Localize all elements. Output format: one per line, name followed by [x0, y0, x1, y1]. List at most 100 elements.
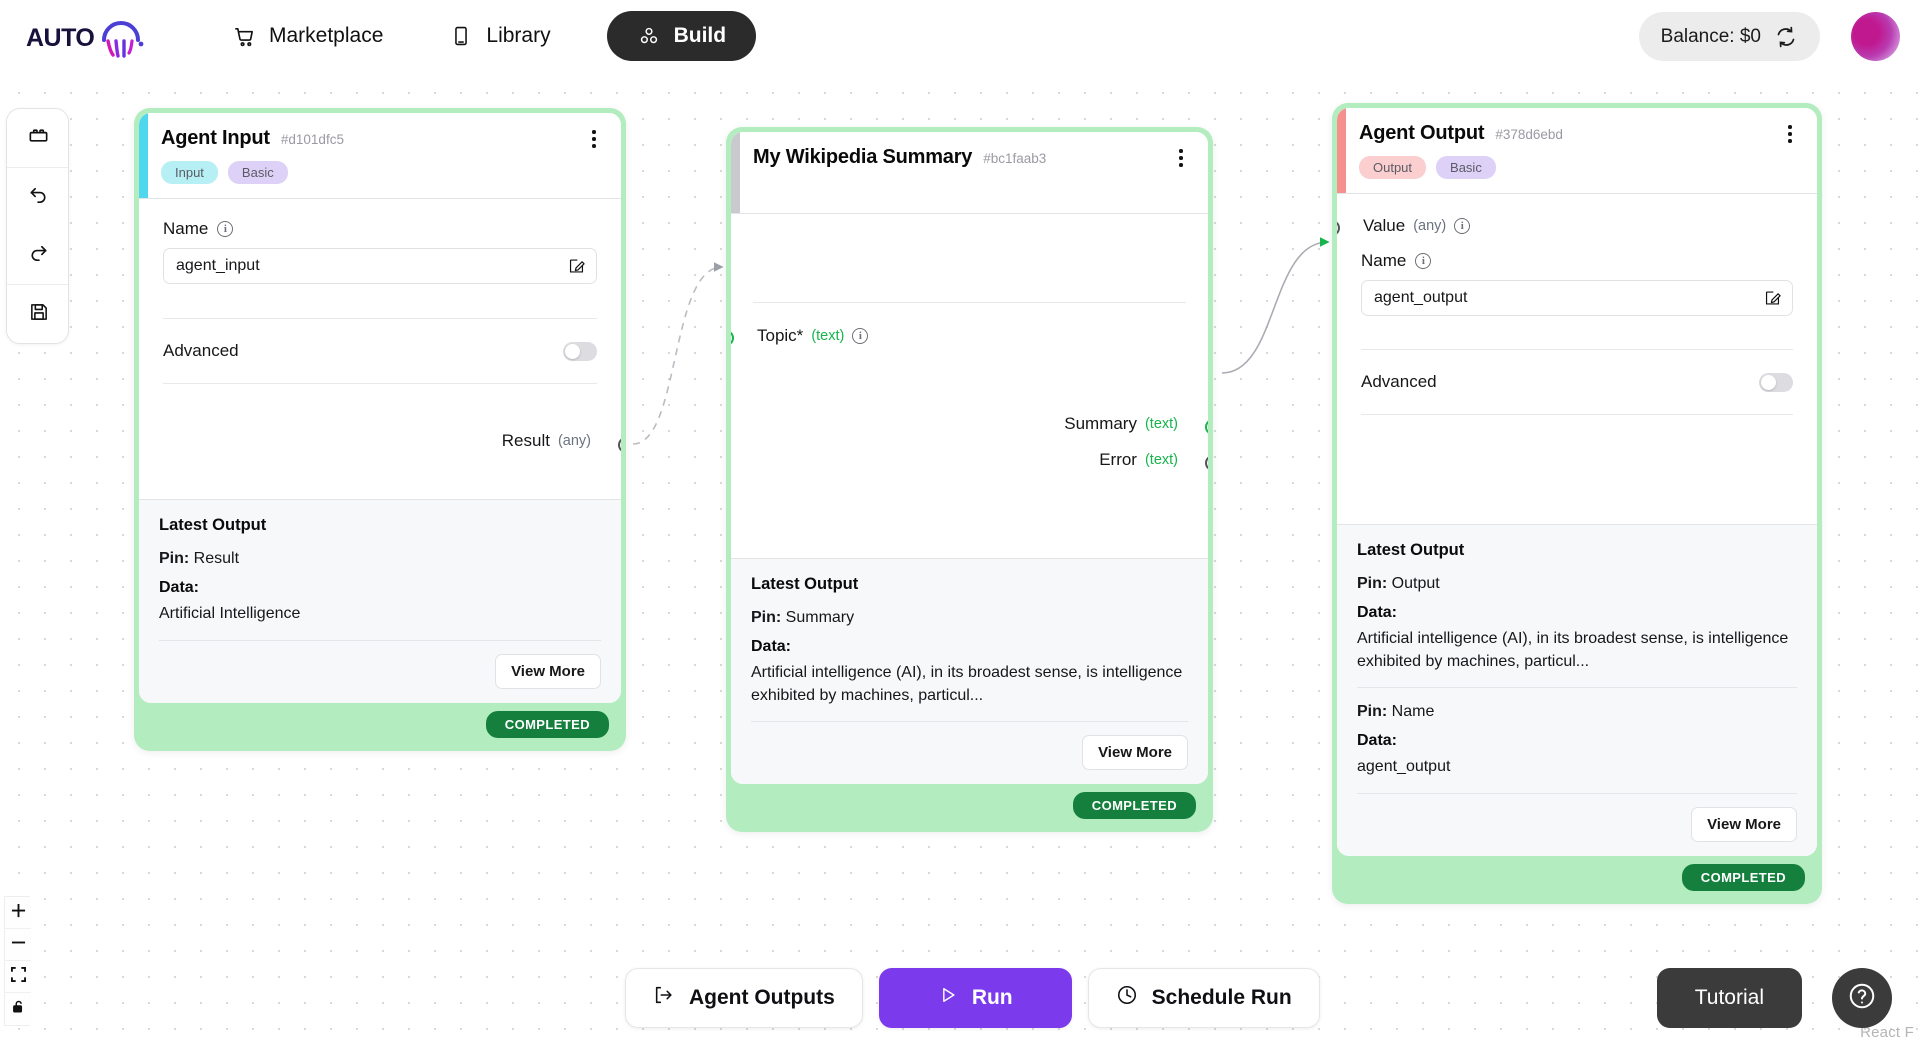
user-avatar[interactable] [1851, 12, 1900, 61]
top-navbar: AUTO Marketplace Library Build Balance: … [0, 0, 1920, 72]
advanced-toggle[interactable] [1759, 372, 1793, 392]
info-icon[interactable]: i [1454, 218, 1471, 234]
dock-redo-button[interactable] [7, 226, 68, 284]
data-label-2: Data: [1357, 732, 1398, 750]
node-title-row: Agent Output #378d6ebd [1359, 122, 1799, 145]
badge-basic: Basic [1436, 156, 1496, 179]
name-input[interactable]: agent_input [163, 248, 597, 284]
advanced-toggle[interactable] [563, 341, 597, 361]
data-value: Artificial intelligence (AI), in its bro… [1357, 630, 1789, 670]
node-header[interactable]: My Wikipedia Summary #bc1faab3 [731, 132, 1208, 214]
input-pin-value: Value (any) i [1363, 216, 1471, 236]
schedule-run-button[interactable]: Schedule Run [1087, 968, 1320, 1028]
nav-label-library: Library [486, 24, 551, 47]
shopping-cart-icon [232, 24, 256, 48]
output-pin-summary: Summary (text) [1064, 414, 1178, 434]
output-handle-error[interactable] [1205, 455, 1208, 471]
input-pin-label: Topic* [757, 326, 804, 345]
latest-pin-row: Pin: Output [1357, 575, 1797, 593]
info-icon[interactable]: i [217, 221, 234, 237]
name-input-value: agent_output [1374, 289, 1468, 306]
view-more-wrap: View More [1357, 807, 1797, 843]
node-menu-button[interactable] [1170, 146, 1192, 170]
output-pin-label: Result [501, 431, 550, 450]
blocks-icon [637, 24, 661, 48]
lock-button[interactable] [5, 993, 31, 1025]
fit-view-button[interactable] [5, 961, 31, 993]
balance-label: Balance: $0 [1660, 25, 1761, 47]
output-handle-result[interactable] [618, 437, 621, 453]
tutorial-button[interactable]: Tutorial [1656, 968, 1802, 1028]
autogpt-logo[interactable]: AUTO [26, 12, 166, 60]
node-id: #d101dfc5 [280, 132, 344, 147]
view-more-wrap: View More [751, 735, 1188, 771]
pin-label: Pin: [159, 550, 190, 567]
nav-item-build[interactable]: Build [606, 11, 757, 61]
input-pin-label: Value [1363, 216, 1406, 235]
node-agent-output-inner: Agent Output #378d6ebd Output Basic Valu… [1337, 108, 1817, 857]
info-icon[interactable]: i [1415, 253, 1432, 269]
edit-icon[interactable] [568, 258, 585, 275]
name-label-text: Name [163, 219, 209, 238]
run-button[interactable]: Run [878, 968, 1072, 1028]
dock-undo-button[interactable] [7, 168, 68, 226]
status-badge: COMPLETED [1681, 864, 1805, 892]
node-my-wikipedia-summary[interactable]: My Wikipedia Summary #bc1faab3 Topic* (t… [726, 127, 1213, 833]
nav-links: Marketplace Library Build [222, 0, 757, 72]
node-menu-button[interactable] [583, 127, 605, 151]
nav-item-library[interactable]: Library [439, 18, 560, 54]
status-badge: COMPLETED [485, 710, 609, 738]
refresh-icon[interactable] [1774, 25, 1798, 49]
node-agent-input[interactable]: Agent Input #d101dfc5 Input Basic Name i… [134, 108, 626, 751]
output-pin-type: (any) [557, 433, 591, 449]
view-more-button[interactable]: View More [495, 653, 601, 689]
output-pin-error: Error (text) [1099, 450, 1178, 470]
node-status-wrap: COMPLETED [139, 703, 621, 746]
dock-save-button[interactable] [7, 285, 68, 343]
zoom-in-button[interactable] [5, 897, 31, 929]
section-divider-2 [1361, 414, 1793, 415]
info-icon[interactable]: i [852, 328, 869, 344]
save-icon [28, 301, 50, 328]
help-button[interactable] [1832, 968, 1892, 1028]
node-status-wrap: COMPLETED [1337, 856, 1817, 899]
advanced-label: Advanced [163, 341, 239, 360]
output-handle-summary[interactable] [1205, 419, 1208, 435]
output-pin-label: Summary [1064, 414, 1137, 433]
latest-pin-row-2: Pin: Name [1357, 703, 1797, 721]
balance-button[interactable]: Balance: $0 [1638, 12, 1820, 61]
nav-label-build: Build [673, 24, 727, 47]
schedule-run-label: Schedule Run [1151, 986, 1292, 1009]
data-label: Data: [751, 638, 792, 655]
output-pin-label: Error [1099, 450, 1137, 469]
node-accent-stripe [1337, 108, 1346, 193]
view-more-button[interactable]: View More [1691, 807, 1797, 843]
agent-outputs-button[interactable]: Agent Outputs [625, 968, 863, 1028]
dock-blocks-button[interactable] [7, 109, 68, 167]
logo-text: AUTO [26, 24, 95, 52]
latest-pin-row: Pin: Summary [751, 609, 1188, 627]
input-handle-topic[interactable] [731, 330, 734, 346]
edit-icon[interactable] [1764, 290, 1781, 307]
clock-icon [1116, 984, 1138, 1012]
bottom-action-bar: Agent Outputs Run Schedule Run [625, 968, 1320, 1028]
left-tool-dock [6, 108, 69, 344]
node-header[interactable]: Agent Input #d101dfc5 Input Basic [139, 113, 621, 199]
data-label: Data: [1357, 604, 1398, 621]
agent-outputs-label: Agent Outputs [689, 986, 835, 1009]
view-more-button[interactable]: View More [1082, 735, 1188, 771]
latest-divider [751, 721, 1188, 723]
node-header[interactable]: Agent Output #378d6ebd Output Basic [1337, 108, 1817, 194]
book-icon [449, 24, 473, 48]
node-title: Agent Input [161, 127, 270, 149]
node-menu-button[interactable] [1779, 122, 1801, 146]
node-wikipedia-inner: My Wikipedia Summary #bc1faab3 Topic* (t… [731, 132, 1208, 785]
node-accent-stripe [139, 113, 148, 198]
zoom-out-button[interactable] [5, 929, 31, 961]
latest-divider [159, 639, 601, 641]
pin-value: Output [1391, 575, 1440, 592]
nav-item-marketplace[interactable]: Marketplace [222, 18, 393, 54]
node-agent-output[interactable]: Agent Output #378d6ebd Output Basic Valu… [1332, 103, 1822, 905]
name-input[interactable]: agent_output [1361, 280, 1793, 316]
name-input-value: agent_input [176, 257, 260, 274]
